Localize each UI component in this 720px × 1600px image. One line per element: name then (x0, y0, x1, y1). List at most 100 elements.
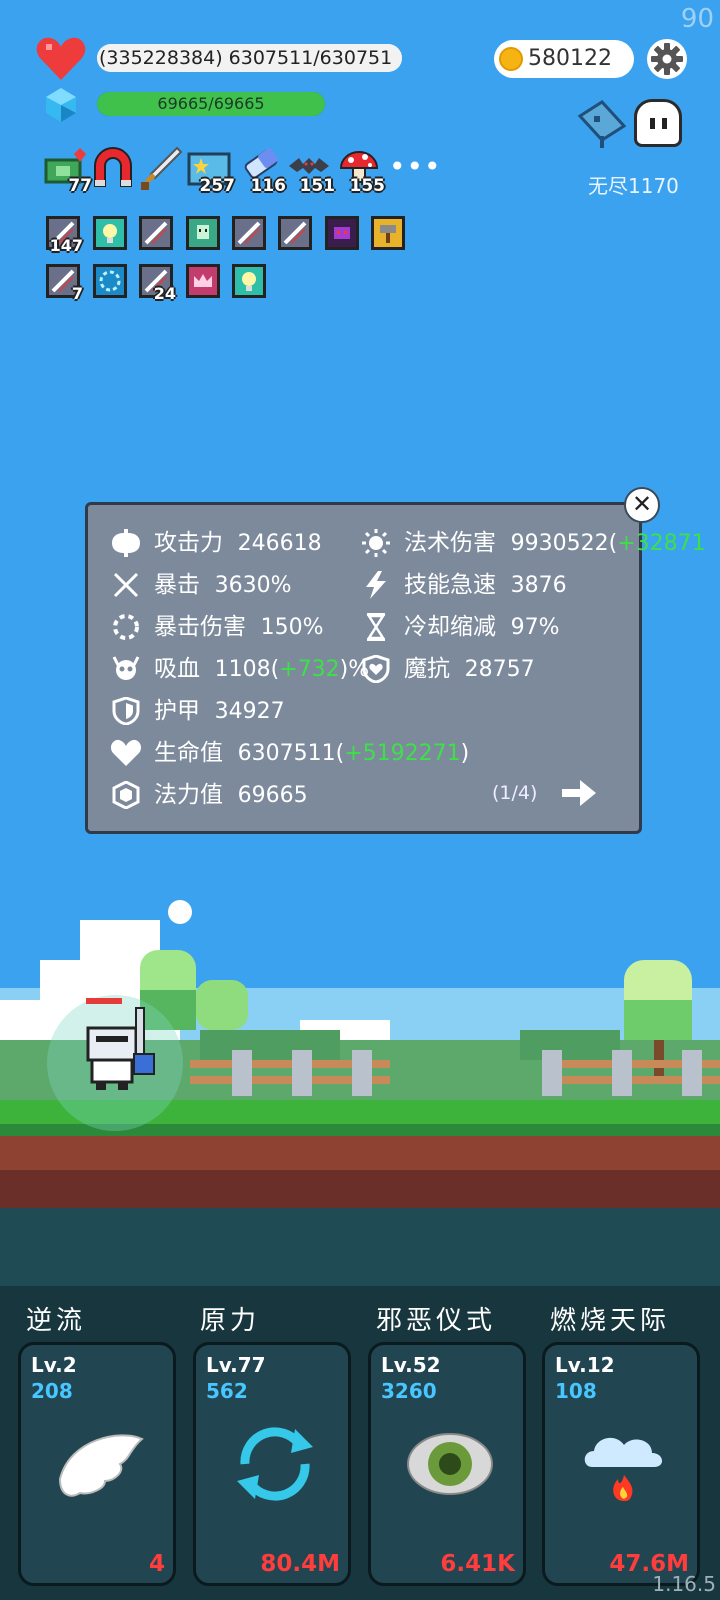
stat-bonus: +732 (279, 657, 340, 682)
crossed-swords-icon (113, 572, 139, 598)
lightbulb-buff-icon[interactable] (93, 216, 127, 250)
coin-counter: 580122 (494, 40, 634, 78)
stats-page-indicator: (1/4) (492, 782, 538, 804)
stat-label: 护甲 (154, 698, 200, 724)
endless-mode-label: 无尽1170 (588, 174, 679, 198)
heart-shield-icon (362, 655, 390, 683)
stat-value: 6307511 (237, 741, 336, 766)
skill-amount: 80.4M (260, 1551, 340, 1577)
blade-buff-icon[interactable] (139, 216, 173, 250)
scene-dirt (0, 1136, 720, 1172)
dotted-ring-icon (113, 614, 139, 640)
scene-water (0, 1208, 720, 1288)
skill-level: Lv.77 (206, 1353, 266, 1377)
stat-value: 1108 (214, 657, 271, 682)
stat-label: 法力值 (154, 782, 223, 808)
mana-bar: 69665/69665 (97, 92, 325, 116)
mushroom-icon[interactable]: 155 (337, 146, 385, 196)
fire-cloud-icon (584, 1437, 663, 1501)
stat-label: 攻击力 (154, 530, 223, 556)
stat-label: 吸血 (154, 656, 200, 682)
item-count: 77 (68, 176, 92, 196)
stat-value: 97% (510, 615, 560, 640)
hex-crystal-icon (112, 781, 140, 809)
skill-card-reverse-flow[interactable]: Lv.2 208 4 (18, 1342, 176, 1586)
stat-value: 150% (260, 615, 324, 640)
crown-buff-icon[interactable] (186, 264, 220, 298)
lightbulb-buff-icon[interactable] (232, 264, 266, 298)
stats-panel: 攻击力 246618 暴击 3630% 暴击伤害 150% 吸血 1108(+7… (85, 502, 706, 834)
star-card-icon[interactable]: 257 (187, 146, 235, 196)
stat-label: 法术伤害 (404, 530, 496, 556)
sword-icon[interactable] (139, 146, 183, 192)
ghost-buff-icon[interactable] (186, 216, 220, 250)
mana-text: 69665/69665 (157, 94, 265, 113)
skill-cost: 562 (206, 1379, 248, 1403)
stat-bonus: +5192271 (344, 741, 461, 766)
stat-value: 3876 (510, 573, 567, 598)
demon-buff-icon[interactable] (325, 216, 359, 250)
vortex-buff-icon[interactable] (93, 264, 127, 298)
scene-dirt-dark (0, 1170, 720, 1208)
stat-suffix: ) (460, 741, 470, 766)
item-count: 116 (250, 176, 287, 196)
blade-buff-icon[interactable] (278, 216, 312, 250)
coin-icon (499, 47, 523, 71)
sign-post-icon[interactable] (576, 98, 628, 148)
blade-buff-icon[interactable]: 24 (139, 264, 176, 303)
sun-icon (362, 529, 390, 557)
player-knight (47, 995, 183, 1131)
buff-count: 24 (153, 284, 176, 303)
settings-gear-icon[interactable] (646, 38, 688, 80)
skill-level: Lv.2 (31, 1353, 77, 1377)
skill-level: Lv.12 (555, 1353, 615, 1377)
health-text: (335228384) 6307511/630751 (99, 47, 393, 69)
stat-label: 暴击伤害 (154, 614, 246, 640)
more-items-button[interactable]: ••• (389, 150, 442, 183)
stat-label: 魔抗 (404, 656, 450, 682)
skill-level: Lv.52 (381, 1353, 441, 1377)
skill-title: 原力 (200, 1306, 261, 1336)
cash-heart-icon[interactable]: 77 (44, 146, 92, 196)
skill-amount: 4 (148, 1551, 165, 1577)
stat-bonus: +32871 (617, 531, 706, 556)
stat-value: 28757 (464, 657, 535, 682)
skill-amount: 6.41K (440, 1551, 515, 1577)
stat-label: 冷却缩减 (404, 614, 496, 640)
skill-card-evil-ritual[interactable]: Lv.52 3260 6.41K (368, 1342, 526, 1586)
buff-count: 7 (71, 284, 83, 303)
eye-icon (407, 1433, 493, 1495)
version-label: 1.16.5 (652, 1572, 716, 1596)
skill-card-force[interactable]: Lv.77 562 80.4M (193, 1342, 351, 1586)
wing-icon (58, 1434, 144, 1497)
skill-cost: 208 (31, 1379, 73, 1403)
health-bar: (335228384) 6307511/630751 (97, 44, 402, 72)
skill-title: 燃烧天际 (550, 1306, 671, 1336)
hourglass-icon (366, 613, 386, 641)
mana-crystal-icon (46, 88, 76, 122)
close-button[interactable]: ✕ (624, 487, 660, 523)
lightning-icon (366, 571, 386, 599)
blade-buff-icon[interactable] (232, 216, 266, 250)
eraser-icon[interactable]: 116 (238, 146, 286, 196)
ghost-icon[interactable] (634, 99, 682, 147)
skill-title: 邪恶仪式 (376, 1306, 497, 1336)
blade-buff-icon[interactable]: 147 (46, 216, 83, 255)
item-count: 151 (299, 176, 336, 196)
item-count: 155 (349, 176, 386, 196)
stat-label: 技能急速 (404, 572, 496, 598)
stat-value: 69665 (237, 783, 308, 808)
skill-card-burning-sky[interactable]: Lv.12 108 47.6M (542, 1342, 700, 1586)
hammer-buff-icon[interactable] (371, 216, 405, 250)
heart-icon (36, 37, 86, 80)
blade-buff-icon[interactable]: 7 (46, 264, 83, 303)
axe-icon (112, 529, 140, 557)
item-count: 257 (199, 176, 236, 196)
coin-amount: 580122 (528, 46, 612, 71)
stat-value: 246618 (237, 531, 322, 556)
horned-skull-icon (112, 656, 140, 680)
stat-label: 暴击 (154, 572, 200, 598)
magnet-icon[interactable] (91, 146, 135, 192)
bat-icon[interactable]: 151 (287, 146, 335, 196)
next-page-arrow-icon[interactable] (562, 778, 596, 808)
